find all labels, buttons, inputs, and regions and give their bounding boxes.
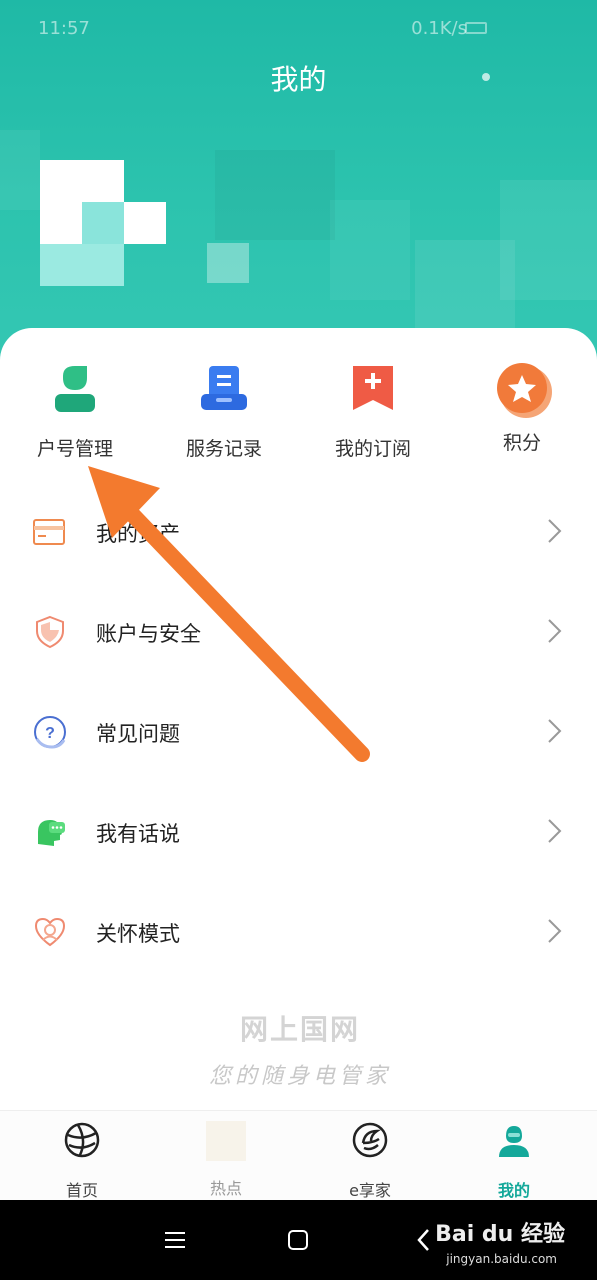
profile-icon	[499, 1126, 529, 1157]
baidu-jingyan-url: jingyan.baidu.com	[446, 1252, 557, 1266]
home-square-icon[interactable]	[287, 1229, 309, 1251]
tab-hot[interactable]: 热点	[176, 1121, 276, 1199]
bottom-tab-bar: 首页 热点 e享家 我的	[0, 1110, 597, 1200]
system-nav-bar: Bai du 经验 jingyan.baidu.com	[0, 1200, 597, 1280]
tab-label: 我的	[497, 1181, 530, 1200]
globe-icon	[64, 1122, 100, 1158]
watermark-subtitle: 您的随身电管家	[208, 1064, 391, 1089]
watermark-title: 网上国网	[239, 1013, 360, 1046]
back-icon[interactable]	[416, 1228, 432, 1252]
tab-label: e享家	[349, 1181, 391, 1200]
tab-label: 热点	[209, 1179, 242, 1198]
hot-icon	[206, 1121, 246, 1161]
menu-icon[interactable]	[164, 1230, 186, 1250]
tab-mine[interactable]: 我的	[464, 1121, 564, 1201]
tab-home[interactable]: 首页	[32, 1121, 132, 1201]
brand-watermark: 网上国网 您的随身电管家	[200, 1008, 400, 1106]
tab-e-home[interactable]: e享家	[320, 1121, 420, 1201]
baidu-jingyan-logo: Bai du 经验	[435, 1222, 565, 1247]
tab-label: 首页	[65, 1181, 98, 1200]
e-home-icon	[352, 1122, 388, 1158]
